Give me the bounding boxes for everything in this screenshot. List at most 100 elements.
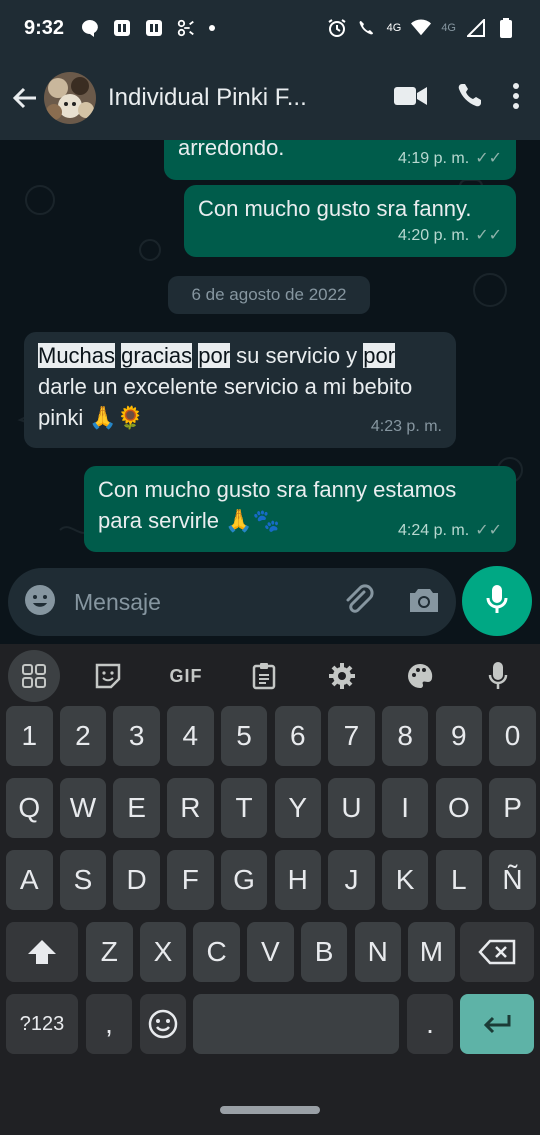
message-meta: 4:20 p. m. ✓✓ [398,220,502,251]
chat-notification-icon [80,18,100,38]
apps-grid-icon[interactable] [8,650,60,702]
key-number[interactable]: 6 [274,706,321,766]
status-time: 9:32 [24,16,65,39]
key-letter[interactable]: I [381,778,429,838]
camera-icon[interactable] [408,586,440,619]
emoji-icon[interactable] [24,584,56,621]
key-letter[interactable]: A [6,850,53,910]
key-number[interactable]: 0 [489,706,536,766]
phone-icon[interactable] [456,82,484,115]
key-letter[interactable]: Y [274,778,321,838]
signal-icon [466,18,486,38]
mic-icon [485,583,509,620]
app-notification-icon-2 [144,18,164,38]
key-letter[interactable]: Z [86,922,133,982]
key-letter[interactable]: R [167,778,214,838]
period-key[interactable]: . [407,994,453,1054]
message-bubble-outgoing[interactable]: Con mucho gusto sra fanny estamos para s… [84,466,516,552]
key-number[interactable]: 7 [328,706,375,766]
wifi-call-icon [357,18,377,38]
key-letter[interactable]: O [435,778,483,838]
key-letter[interactable]: N [354,922,401,982]
message-bubble-outgoing[interactable]: arredondo. 4:19 p. m. ✓✓ [164,140,516,180]
settings-gear-icon[interactable] [312,650,372,702]
key-letter[interactable]: Ñ [489,850,536,910]
key-letter[interactable]: U [328,778,375,838]
key-number[interactable]: 5 [220,706,268,766]
composer-actions [342,583,440,621]
sticker-icon[interactable] [78,650,138,702]
double-check-icon: ✓✓ [475,522,502,539]
key-number[interactable]: 1 [6,706,53,766]
gesture-nav-handle[interactable] [220,1106,320,1114]
shift-key[interactable] [6,922,78,982]
contact-avatar[interactable] [44,72,96,124]
message-meta: 4:24 p. m. ✓✓ [398,515,502,546]
key-letter[interactable]: D [113,850,160,910]
wifi-icon [411,18,432,38]
message-time: 4:19 p. m. [398,150,470,167]
key-letter[interactable]: V [247,922,294,982]
backspace-icon [478,939,516,965]
message-bubble-outgoing[interactable]: Con mucho gusto sra fanny. 4:20 p. m. ✓✓ [184,185,516,257]
space-key[interactable] [193,994,399,1054]
back-arrow-icon[interactable] [10,83,40,113]
more-vert-icon[interactable] [512,82,520,114]
video-call-icon[interactable] [394,85,428,112]
message-text: Con mucho gusto sra fanny. [198,196,472,221]
hub-notification-icon [176,18,196,38]
key-letter[interactable]: Q [6,778,53,838]
double-check-icon: ✓✓ [475,150,502,167]
message-input[interactable]: Mensaje [8,568,456,636]
key-letter[interactable]: F [167,850,214,910]
message-time: 4:24 p. m. [398,522,470,539]
backspace-key[interactable] [460,922,534,982]
status-notification-icons [80,18,216,38]
enter-arrow-icon [483,1015,511,1034]
key-letter[interactable]: S [59,850,107,910]
clipboard-icon[interactable] [234,650,294,702]
key-letter[interactable]: H [274,850,321,910]
chat-area[interactable]: arredondo. 4:19 p. m. ✓✓ Con mucho gusto… [0,140,540,572]
network-type-label: 4G [386,22,402,34]
attach-icon[interactable] [342,583,374,621]
key-letter[interactable]: B [300,922,348,982]
theme-palette-icon[interactable] [390,650,450,702]
enter-key[interactable] [460,994,534,1054]
key-number[interactable]: 2 [59,706,107,766]
key-number[interactable]: 8 [381,706,429,766]
message-placeholder: Mensaje [74,588,161,615]
message-bubble-incoming[interactable]: Muchas gracias por su servicio y por dar… [24,332,456,448]
voice-record-button[interactable] [462,566,532,636]
header-actions [394,82,530,115]
gif-button[interactable]: GIF [156,650,216,702]
key-letter[interactable]: J [328,850,375,910]
key-letter[interactable]: G [220,850,268,910]
highlighted-word: por [363,343,396,368]
emoji-key[interactable] [140,994,186,1054]
key-number[interactable]: 4 [167,706,214,766]
key-letter[interactable]: K [381,850,429,910]
key-letter[interactable]: T [220,778,268,838]
contact-name[interactable]: Individual Pinki F... [108,84,338,112]
message-time: 4:23 p. m. [370,418,442,435]
key-letter[interactable]: L [435,850,483,910]
status-bar: 9:32 4G 4G [0,0,540,56]
key-number[interactable]: 9 [435,706,483,766]
key-letter[interactable]: M [408,922,455,982]
symbols-key[interactable]: ?123 [6,994,78,1054]
voice-input-mic-icon[interactable] [468,650,528,702]
key-number[interactable]: 3 [113,706,160,766]
date-separator: 6 de agosto de 2022 [168,276,370,314]
key-letter[interactable]: X [139,922,187,982]
key-letter[interactable]: C [193,922,240,982]
key-letter[interactable]: E [113,778,160,838]
key-letter[interactable]: W [59,778,107,838]
app-notification-icon [112,18,132,38]
comma-key[interactable]: , [86,994,132,1054]
message-time: 4:20 p. m. [398,227,470,244]
message-meta: 4:23 p. m. [371,411,442,442]
key-letter[interactable]: P [489,778,536,838]
highlighted-word: gracias [121,343,193,368]
status-system-icons: 4G 4G [327,18,516,38]
